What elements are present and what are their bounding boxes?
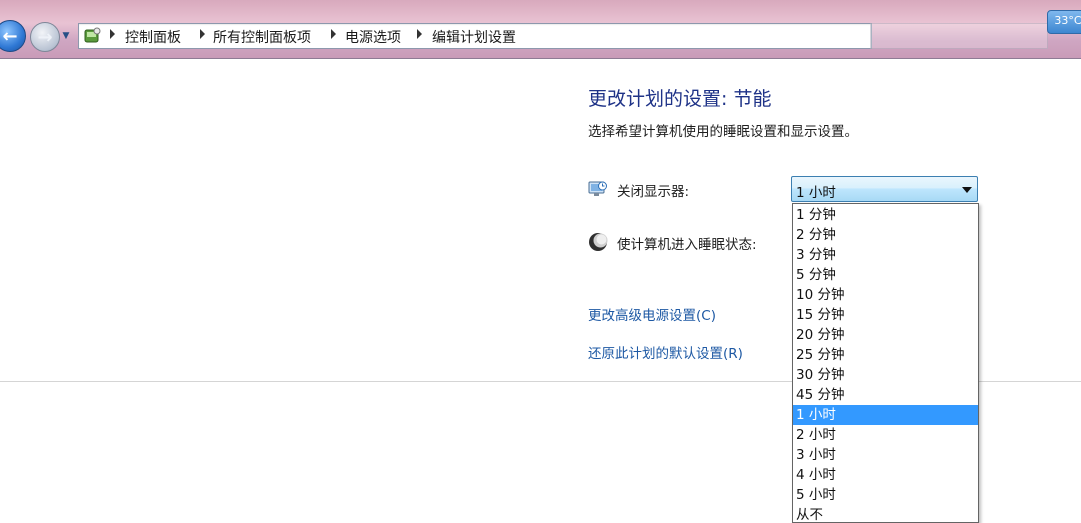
page-subtitle: 选择希望计算机使用的睡眠设置和显示设置。 — [588, 124, 858, 140]
search-box[interactable] — [870, 23, 1048, 49]
display-off-select[interactable]: 1 小时 — [791, 176, 978, 202]
sleep-label: 使计算机进入睡眠状态: — [617, 237, 757, 253]
dropdown-option[interactable]: 5 分钟 — [793, 265, 978, 285]
breadcrumb-item-edit-plan[interactable]: 编辑计划设置 — [432, 27, 516, 47]
dropdown-option[interactable]: 20 分钟 — [793, 325, 978, 345]
breadcrumb-item-all-items[interactable]: 所有控制面板项 — [213, 27, 311, 47]
advanced-power-settings-link[interactable]: 更改高级电源设置(C) — [588, 304, 716, 324]
window-titlebar: ← → ▼ 控制面板 所有控制面板项 电源选项 编辑计划设置 33°C — [0, 0, 1081, 59]
breadcrumb-separator-icon[interactable] — [417, 29, 422, 39]
page-title: 更改计划的设置: 节能 — [588, 88, 772, 110]
moon-icon — [589, 233, 608, 251]
dropdown-option[interactable]: 5 小时 — [793, 485, 978, 505]
address-bar[interactable]: 控制面板 所有控制面板项 电源选项 编辑计划设置 — [78, 23, 872, 49]
breadcrumb-separator-icon[interactable] — [331, 29, 336, 39]
monitor-icon — [588, 181, 607, 196]
arrow-left-icon: ← — [2, 25, 18, 47]
dropdown-option[interactable]: 45 分钟 — [793, 385, 978, 405]
dropdown-option[interactable]: 25 分钟 — [793, 345, 978, 365]
dropdown-option-selected[interactable]: 1 小时 — [793, 405, 978, 425]
chevron-down-icon: ▼ — [62, 31, 70, 41]
dropdown-option[interactable]: 1 分钟 — [793, 205, 978, 225]
display-off-dropdown-list: 1 分钟 2 分钟 3 分钟 5 分钟 10 分钟 15 分钟 20 分钟 25… — [792, 203, 979, 523]
chevron-down-icon — [962, 187, 972, 193]
dropdown-option[interactable]: 15 分钟 — [793, 305, 978, 325]
weather-gadget: 33°C — [1047, 10, 1081, 34]
dropdown-option[interactable]: 从不 — [793, 505, 978, 522]
dropdown-option[interactable]: 2 分钟 — [793, 225, 978, 245]
dropdown-option[interactable]: 4 小时 — [793, 465, 978, 485]
forward-button[interactable]: → — [30, 22, 60, 52]
dropdown-option[interactable]: 3 分钟 — [793, 245, 978, 265]
back-button[interactable]: ← — [0, 20, 26, 52]
display-off-label: 关闭显示器: — [617, 184, 690, 200]
recent-pages-button[interactable]: ▼ — [61, 31, 71, 41]
dropdown-option[interactable]: 2 小时 — [793, 425, 978, 445]
dropdown-option[interactable]: 10 分钟 — [793, 285, 978, 305]
breadcrumb-item-control-panel[interactable]: 控制面板 — [125, 27, 181, 47]
control-panel-icon — [84, 27, 101, 43]
restore-defaults-link[interactable]: 还原此计划的默认设置(R) — [588, 342, 743, 362]
breadcrumb-separator-icon[interactable] — [200, 29, 205, 39]
breadcrumb-separator-icon[interactable] — [110, 29, 115, 39]
dropdown-option[interactable]: 30 分钟 — [793, 365, 978, 385]
breadcrumb-item-power-options[interactable]: 电源选项 — [345, 27, 401, 47]
arrow-right-icon: → — [37, 26, 53, 48]
dropdown-option[interactable]: 3 小时 — [793, 445, 978, 465]
display-off-select-value: 1 小时 — [796, 185, 836, 201]
